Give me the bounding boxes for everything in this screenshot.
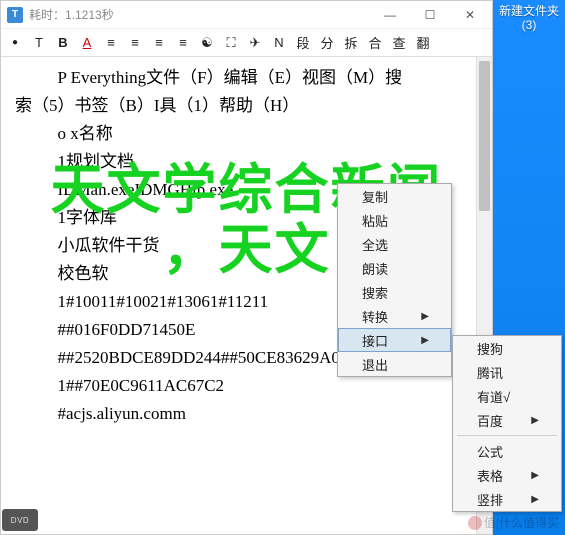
text-line: #acjs.aliyun.comm — [15, 401, 478, 427]
submenu-item-youdao[interactable]: 有道√ — [453, 384, 561, 408]
text-line: 索（5）书签（B）I具（1）帮助（H） — [15, 93, 478, 119]
submenu-item-table[interactable]: 表格▶ — [453, 463, 561, 487]
submenu-arrow-icon: ▶ — [531, 470, 539, 481]
submenu-arrow-icon: ▶ — [531, 494, 539, 505]
watermark-badge-icon — [468, 516, 482, 530]
submenu-item-tencent[interactable]: 腾讯 — [453, 360, 561, 384]
align-justify-button[interactable]: ≡ — [175, 33, 191, 53]
text-line: o x名称 — [15, 121, 478, 147]
folder-name-line2: (3) — [522, 18, 537, 32]
n-button[interactable]: N — [271, 33, 287, 53]
menu-item-read[interactable]: 朗读 — [338, 256, 451, 280]
merge-button[interactable]: 合 — [367, 33, 383, 53]
submenu-arrow-icon: ▶ — [421, 335, 429, 346]
send-icon[interactable]: ✈ — [247, 33, 263, 53]
align-left-button[interactable]: ≡ — [103, 33, 119, 53]
translate-button[interactable]: 翻 — [415, 33, 431, 53]
submenu-item-vertical[interactable]: 竖排▶ — [453, 487, 561, 511]
para-button[interactable]: 段 — [295, 33, 311, 53]
menu-item-exit[interactable]: 退出 — [338, 352, 451, 376]
close-button[interactable]: ✕ — [450, 3, 490, 27]
watermark-text: 值|什么值得买 — [484, 514, 559, 531]
submenu-arrow-icon: ▶ — [531, 415, 539, 426]
menu-separator — [457, 435, 557, 436]
maximize-button[interactable]: ☐ — [410, 3, 450, 27]
titlebar[interactable]: T 耗时：1.1213秒 — ☐ ✕ — [1, 1, 492, 29]
context-menu[interactable]: 复制 粘贴 全选 朗读 搜索 转换▶ 接口▶ 退出 — [337, 183, 452, 377]
submenu-arrow-icon: ▶ — [421, 311, 429, 322]
submenu-item-formula[interactable]: 公式 — [453, 439, 561, 463]
minimize-button[interactable]: — — [370, 3, 410, 27]
toolbar: ● T B A ≡ ≡ ≡ ≡ ☯ ⛶ ✈ N 段 分 拆 合 查 翻 — [1, 29, 492, 57]
theme-icon[interactable]: ☯ — [199, 33, 215, 53]
menu-item-copy[interactable]: 复制 — [338, 184, 451, 208]
window-title: 耗时：1.1213秒 — [29, 6, 114, 23]
app-icon: T — [7, 7, 23, 23]
fullscreen-icon[interactable]: ⛶ — [223, 33, 239, 53]
submenu-item-sogou[interactable]: 搜狗 — [453, 336, 561, 360]
record-icon[interactable]: ● — [7, 33, 23, 53]
search-button[interactable]: 查 — [391, 33, 407, 53]
submenu-item-baidu[interactable]: 百度▶ — [453, 408, 561, 432]
menu-item-selectall[interactable]: 全选 — [338, 232, 451, 256]
bold-b-button[interactable]: B — [55, 33, 71, 53]
align-center-button[interactable]: ≡ — [127, 33, 143, 53]
detach-button[interactable]: 拆 — [343, 33, 359, 53]
context-submenu[interactable]: 搜狗 腾讯 有道√ 百度▶ 公式 表格▶ 竖排▶ — [452, 335, 562, 512]
menu-item-convert[interactable]: 转换▶ — [338, 304, 451, 328]
text-line: P Everything文件（F）编辑（E）视图（M）搜 — [15, 65, 478, 91]
menu-item-search[interactable]: 搜索 — [338, 280, 451, 304]
menu-item-paste[interactable]: 粘贴 — [338, 208, 451, 232]
text-line: 1规划文档 — [15, 149, 478, 175]
dvd-icon: DVD — [2, 509, 38, 531]
folder-name-line1: 新建文件夹 — [499, 4, 559, 18]
split-button[interactable]: 分 — [319, 33, 335, 53]
bold-button[interactable]: T — [31, 33, 47, 53]
scrollbar-thumb[interactable] — [479, 61, 490, 211]
align-right-button[interactable]: ≡ — [151, 33, 167, 53]
folder-label[interactable]: 新建文件夹 (3) — [493, 0, 565, 36]
watermark: 值|什么值得买 — [468, 514, 559, 531]
font-color-button[interactable]: A — [79, 33, 95, 53]
menu-item-interface[interactable]: 接口▶ — [338, 328, 451, 352]
